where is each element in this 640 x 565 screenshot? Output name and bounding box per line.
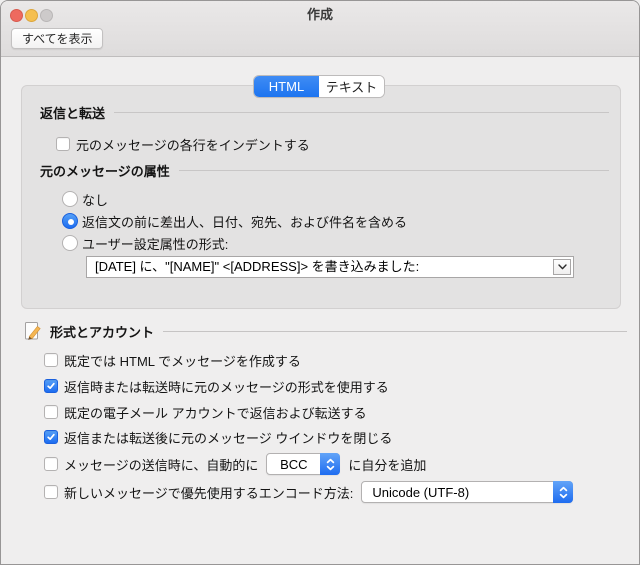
html-default-label: 既定では HTML でメッセージを作成する <box>64 353 301 369</box>
use-original-format-label: 返信時または転送時に元のメッセージの形式を使用する <box>64 379 389 395</box>
popup-stepper-icon <box>320 453 341 475</box>
auto-bcc-row: メッセージの送信時に、自動的に BCC に自分を追加 <box>44 453 426 475</box>
use-original-format-row: 返信時または転送時に元のメッセージの形式を使用する <box>44 377 389 395</box>
section-title-reply-forward: 返信と転送 <box>40 105 106 121</box>
format-segmented-control: HTML テキスト <box>254 76 384 97</box>
show-all-button[interactable]: すべてを表示 <box>11 28 104 49</box>
section-format-accounts-header: 形式とアカウント <box>23 320 627 342</box>
window-title: 作成 <box>306 7 333 22</box>
combobox-dropdown-button[interactable] <box>553 259 571 275</box>
use-original-format-checkbox[interactable] <box>44 379 58 393</box>
indent-checkbox-label: 元のメッセージの各行をインデントする <box>76 137 310 153</box>
indent-checkbox[interactable] <box>56 137 70 151</box>
minimize-button[interactable] <box>25 9 38 22</box>
custom-format-combobox[interactable]: [DATE] に、"[NAME]" <[ADDRESS]> を書き込みました: <box>86 256 574 278</box>
traffic-lights <box>10 9 53 22</box>
default-account-row: 既定の電子メール アカウントで返信および転送する <box>44 403 367 421</box>
compose-pencil-icon <box>23 321 43 342</box>
bcc-popup-value: BCC <box>280 456 308 472</box>
tab-html[interactable]: HTML <box>254 76 319 97</box>
section-divider <box>114 111 609 113</box>
compose-preferences-window: 作成 すべてを表示 HTML テキスト 返信と転送 元のメッセージの各行をインデ… <box>0 0 640 565</box>
auto-bcc-label-after: に自分を追加 <box>348 457 427 473</box>
default-account-label: 既定の電子メール アカウントで返信および転送する <box>64 405 367 421</box>
attribution-include-radio[interactable] <box>62 213 78 229</box>
section-title-original-attrs: 元のメッセージの属性 <box>40 163 170 179</box>
bcc-field-popup[interactable]: BCC <box>266 453 341 475</box>
reply-settings-groupbox: 返信と転送 元のメッセージの各行をインデントする 元のメッセージの属性 なし 返… <box>21 85 621 309</box>
checkmark-icon <box>47 433 55 440</box>
attribution-none-radio[interactable] <box>62 191 78 207</box>
close-button[interactable] <box>10 9 23 22</box>
attribution-none-label: なし <box>82 192 109 208</box>
indent-checkbox-row: 元のメッセージの各行をインデントする <box>56 135 310 153</box>
encoding-label: 新しいメッセージで優先使用するエンコード方法: <box>64 485 354 501</box>
section-title-format-accounts: 形式とアカウント <box>50 324 155 340</box>
attribution-include-row: 返信文の前に差出人、日付、宛先、および件名を含める <box>62 212 407 230</box>
tab-text[interactable]: テキスト <box>319 76 384 97</box>
close-window-label: 返信または転送後に元のメッセージ ウインドウを閉じる <box>64 430 393 446</box>
attribution-custom-label: ユーザー設定属性の形式: <box>82 236 229 252</box>
titlebar: 作成 すべてを表示 <box>1 1 639 57</box>
html-default-checkbox[interactable] <box>44 353 58 367</box>
html-default-row: 既定では HTML でメッセージを作成する <box>44 351 301 369</box>
encoding-popup[interactable]: Unicode (UTF-8) <box>361 481 574 503</box>
close-window-row: 返信または転送後に元のメッセージ ウインドウを閉じる <box>44 428 392 446</box>
encoding-checkbox[interactable] <box>44 485 58 499</box>
section-reply-forward-header: 返信と転送 <box>40 104 609 121</box>
chevron-down-icon <box>557 264 567 270</box>
zoom-button-disabled <box>40 9 53 22</box>
attribution-include-label: 返信文の前に差出人、日付、宛先、および件名を含める <box>82 214 408 230</box>
content-area: HTML テキスト 返信と転送 元のメッセージの各行をインデントする 元のメッセ… <box>1 57 639 564</box>
attribution-none-row: なし <box>62 190 108 208</box>
section-divider <box>163 330 627 332</box>
close-window-checkbox[interactable] <box>44 430 58 444</box>
section-divider <box>178 169 609 171</box>
encoding-row: 新しいメッセージで優先使用するエンコード方法: Unicode (UTF-8) <box>44 481 581 503</box>
attribution-custom-radio[interactable] <box>62 235 78 251</box>
auto-bcc-label-before: メッセージの送信時に、自動的に <box>64 457 259 473</box>
section-original-attrs-header: 元のメッセージの属性 <box>40 162 609 179</box>
encoding-popup-value: Unicode (UTF-8) <box>372 484 470 500</box>
custom-format-value: [DATE] に、"[NAME]" <[ADDRESS]> を書き込みました: <box>95 259 420 274</box>
default-account-checkbox[interactable] <box>44 405 58 419</box>
popup-stepper-icon <box>553 481 574 503</box>
auto-bcc-checkbox[interactable] <box>44 457 58 471</box>
checkmark-icon <box>47 382 55 389</box>
attribution-custom-row: ユーザー設定属性の形式: <box>62 234 228 252</box>
